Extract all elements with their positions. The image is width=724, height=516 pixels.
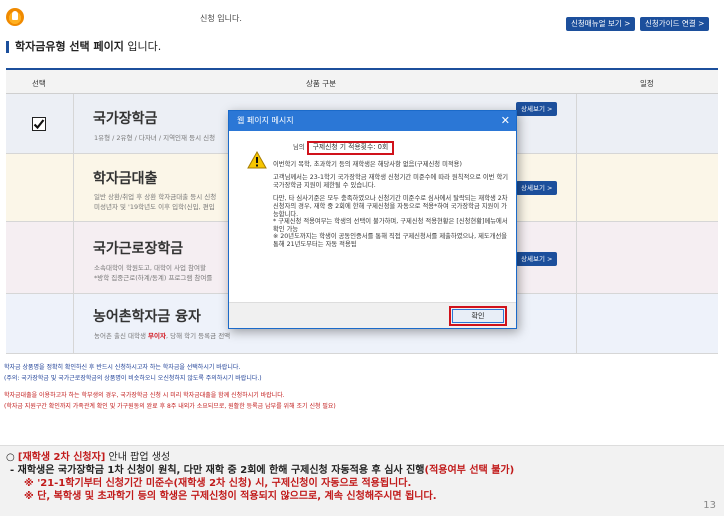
row-name: 국가근로장학금	[93, 241, 184, 257]
relief-count-highlight: 구제신청 기 적용횟수: 0회	[306, 141, 395, 155]
page-title-rest: 입니다.	[123, 40, 162, 53]
select-cell	[6, 222, 74, 293]
detail-button[interactable]: 상세보기 >	[516, 102, 558, 116]
detail-button[interactable]: 상세보기 >	[516, 252, 558, 266]
select-cell	[6, 94, 74, 153]
dialog-name-prefix: 님의	[293, 144, 305, 151]
row-desc-pre: 농어촌 출신 대학생	[94, 332, 149, 340]
row-desc-highlight: 무이자	[148, 332, 166, 340]
explanation-line-red: (적용여부 선택 불가)	[424, 465, 515, 476]
explanation-heading: ○ [재학생 2차 신청자] 안내 팝업 생성	[6, 451, 718, 464]
dialog-message: 님의 구제신청 기 적용횟수: 0회 이번학기 복학, 초과학기 등의 재학생은 …	[273, 141, 509, 255]
row-desc: 일반 상환/취업 후 상환 학자금대출 등시 신청	[94, 193, 217, 201]
explanation-line: - 재학생은 국가장학금 1차 신청이 원칙, 다만 재학 중 2회에 한해 구…	[6, 464, 718, 477]
dialog-paragraph: ※ 20년도까지는 학생이 공동인증서를 통해 직접 구제신청서를 제출하였으나…	[273, 233, 508, 248]
checkbox-checked-icon[interactable]	[32, 117, 46, 131]
explanation-heading-rest: 안내 팝업 생성	[105, 452, 171, 463]
guide-button[interactable]: 신청가이드 연결 >	[640, 17, 710, 31]
schedule-cell	[576, 294, 718, 353]
close-icon[interactable]: ✕	[501, 111, 510, 131]
ok-button-highlight: 확인	[449, 306, 507, 326]
row-desc: 1유형 / 2유형 / 다자녀 / 지역인재 등시 신청	[94, 134, 216, 142]
row-desc-post: , 당해 학기 등록금 전액	[166, 332, 231, 340]
page-title-strong: 학자금유형 선택 페이지	[15, 40, 124, 53]
row-desc: 소속대학이 학원도고, 대학이 사업 참여할	[94, 264, 206, 272]
logo-icon	[6, 8, 24, 26]
explanation-line: ※ 단, 복학생 및 초과학기 등의 학생은 구제신청이 적용되지 않으므로, …	[24, 491, 437, 502]
manual-button[interactable]: 신청매뉴얼 보기 >	[566, 17, 636, 31]
row-name: 학자금대출	[93, 171, 158, 187]
dialog-titlebar: 웹 페이지 메시지 ✕	[229, 111, 516, 131]
dialog-paragraph: 고객님께서는 23-1학기 국가장학금 재학생 신청기간 미준수에 따라 원칙적…	[273, 174, 509, 189]
note-line: 학자금 상품명을 정확히 확인하신 후 반드시 신청하시고자 하는 학자금을 선…	[4, 364, 241, 371]
top-header: 신청 입니다. 신청매뉴얼 보기 > 신청가이드 연결 >	[0, 0, 724, 34]
col-product: 상품 구분	[306, 79, 336, 88]
note-line: (주의: 국가장학금 및 국가근로장학금의 상품명이 비슷하오니 오신청하지 않…	[4, 375, 262, 382]
schedule-cell	[576, 94, 718, 153]
note-line: 학자금대출을 이용하고자 하는 학부생의 경우, 국가장학금 신청 시 미리 학…	[4, 392, 285, 399]
col-schedule: 일정	[640, 79, 654, 88]
table-header: 선택 상품 구분 일정	[6, 70, 718, 94]
notice-notes: 학자금 상품명을 정확히 확인하신 후 반드시 신청하시고자 하는 학자금을 선…	[4, 362, 336, 412]
schedule-cell	[576, 154, 718, 221]
header-notice: 신청 입니다.	[200, 14, 242, 23]
row-desc: 농어촌 출신 대학생 무이자, 당해 학기 등록금 전액	[94, 330, 230, 340]
row-desc: 미성년자 및 '19학년도 이후 입학(신입, 편입	[94, 203, 215, 211]
schedule-cell	[576, 222, 718, 293]
select-cell	[6, 154, 74, 221]
explanation-line: ※ '21-1학기부터 신청기간 미준수(재학생 2차 신청) 시, 구제신청이…	[24, 478, 412, 489]
dialog-paragraph: * 구제신청 적용여부는 학생의 선택이 불가하며, 구제신청 적용현황은 [신…	[273, 218, 508, 233]
row-desc: *방학 집중근로(하계/동계) 프로그램 참여를	[94, 274, 213, 282]
select-cell	[6, 294, 74, 353]
row-name: 국가장학금	[93, 111, 158, 127]
ok-button[interactable]: 확인	[452, 309, 504, 323]
col-select: 선택	[32, 79, 46, 88]
dialog-paragraph: 이번학기 복학, 초과학기 등의 재학생은 해당사항 없음(구제신청 미적용)	[273, 160, 462, 168]
explanation-target: [재학생 2차 신청자]	[17, 452, 106, 463]
message-dialog: 웹 페이지 메시지 ✕ 님의 구제신청 기 적용횟수: 0회 이번학기 복학, 초…	[228, 110, 517, 329]
note-line: (학자금 지원구간 확인까지 가족관계 확인 및 가구원동의 완료 후 8주 내…	[4, 403, 336, 410]
dialog-footer: 확인	[229, 302, 516, 328]
explanation-box: ○ [재학생 2차 신청자] 안내 팝업 생성 - 재학생은 국가장학금 1차 …	[0, 445, 724, 516]
bullet: ○	[6, 452, 18, 463]
detail-button[interactable]: 상세보기 >	[516, 181, 558, 195]
page-number: 13	[703, 500, 716, 511]
dialog-title: 웹 페이지 메시지	[237, 116, 294, 125]
explanation-line-text: - 재학생은 국가장학금 1차 신청이 원칙, 다만 재학 중 2회에 한해 구…	[10, 465, 425, 476]
row-name: 농어촌학자금 융자	[93, 309, 201, 325]
warning-icon	[247, 150, 267, 173]
page-title: 학자금유형 선택 페이지 입니다.	[6, 41, 161, 53]
dialog-paragraph: 다만, 타 심사기준은 모두 충족하였으나 신청기간 미준수로 심사에서 탈락되…	[273, 195, 508, 218]
